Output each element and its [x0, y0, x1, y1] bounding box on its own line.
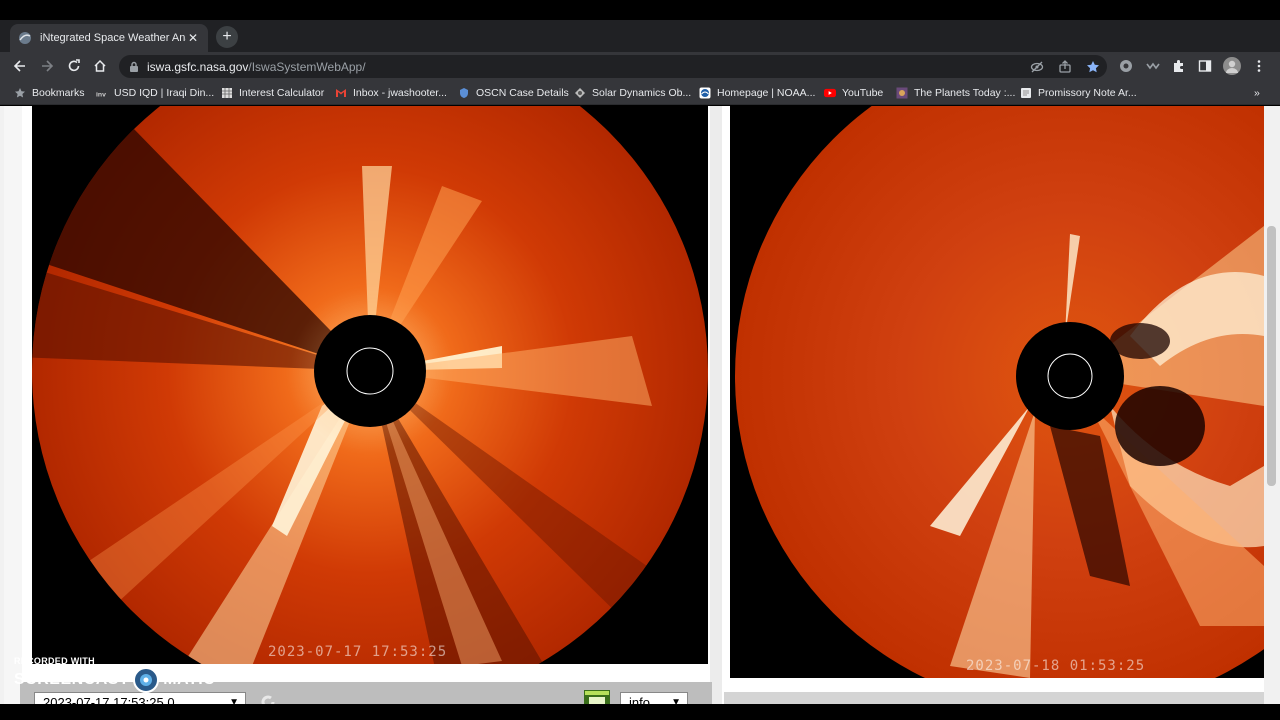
browser-tab[interactable]: iNtegrated Space Weather Analy ✕	[10, 24, 208, 52]
currency-icon: inv	[96, 87, 108, 99]
bookmark-label: Inbox - jwashooter...	[353, 87, 447, 99]
sdo-icon	[574, 87, 586, 99]
calculator-icon	[221, 87, 233, 99]
bookmark-label: OSCN Case Details	[476, 87, 569, 99]
url-path: /IswaSystemWebApp/	[248, 60, 366, 74]
bookmark-item[interactable]: Promissory Note Ar...	[1020, 86, 1137, 100]
bookmark-label: USD IQD | Iraqi Din...	[114, 87, 215, 99]
star-icon	[14, 87, 26, 99]
bookmark-item[interactable]: OSCN Case Details	[458, 86, 569, 100]
reload-icon[interactable]	[64, 56, 84, 76]
tab-strip: iNtegrated Space Weather Analy ✕ +	[0, 20, 1280, 52]
watermark-screencast: SCREENCAST	[14, 671, 130, 688]
watermark-line1: RECORDED WITH	[14, 656, 95, 666]
timestamp-left: 2023-07-17 17:53:25	[268, 644, 448, 660]
coronagraph-image-left[interactable]: 2023-07-17 17:53:25	[32, 106, 708, 664]
date-select[interactable]: 2023-07-17 17:53:25.0 ▼	[34, 692, 246, 704]
bookmark-label: The Planets Today :...	[914, 87, 1016, 99]
corona-right-svg	[735, 106, 1264, 678]
bookmark-star-icon[interactable]	[1085, 59, 1101, 75]
occulting-disk-right	[1016, 322, 1124, 430]
bookmark-item[interactable]: Solar Dynamics Ob...	[574, 86, 691, 100]
close-tab-icon[interactable]: ✕	[186, 31, 200, 45]
corona-left-svg	[32, 106, 708, 664]
info-select[interactable]: info ▼	[620, 692, 688, 704]
home-icon[interactable]	[90, 56, 110, 76]
occulting-disk-left	[314, 315, 426, 427]
lock-icon[interactable]	[129, 60, 139, 78]
chevron-down-icon: ▼	[671, 697, 681, 704]
youtube-icon	[824, 87, 836, 99]
oscn-icon	[458, 87, 470, 99]
scrollbar-thumb[interactable]	[1267, 226, 1276, 486]
bookmark-label: Homepage | NOAA...	[717, 87, 816, 99]
back-icon[interactable]	[10, 56, 30, 76]
extensions-puzzle-icon[interactable]	[1171, 58, 1187, 74]
noaa-icon	[699, 87, 711, 99]
forward-icon[interactable]	[37, 56, 57, 76]
share-icon[interactable]	[1057, 59, 1073, 75]
gmail-icon	[335, 87, 347, 99]
extension-circle-icon[interactable]	[1118, 58, 1134, 74]
bookmarks-bar: Bookmarks inv USD IQD | Iraqi Din... Int…	[0, 81, 1280, 105]
screen-bottom-edge	[0, 704, 1280, 720]
address-bar[interactable]: iswa.gsfc.nasa.gov/IswaSystemWebApp/	[119, 55, 1107, 78]
new-tab-button[interactable]: +	[216, 26, 238, 48]
bookmark-item[interactable]: YouTube	[824, 86, 883, 100]
bookmark-item[interactable]: Homepage | NOAA...	[699, 86, 815, 100]
nasa-favicon-icon	[18, 31, 32, 45]
bookmark-item[interactable]: Inbox - jwashooter...	[335, 86, 447, 100]
screencast-watermark: RECORDED WITH SCREENCAST MATIC	[14, 656, 215, 693]
menu-kebab-icon[interactable]	[1251, 58, 1267, 74]
bookmark-label: Solar Dynamics Ob...	[592, 87, 692, 99]
bookmarks-overflow-button[interactable]: »	[1254, 86, 1260, 100]
document-icon	[1020, 87, 1032, 99]
bookmark-item[interactable]: inv USD IQD | Iraqi Din...	[96, 86, 214, 100]
bookmark-label: YouTube	[842, 87, 884, 99]
chevron-down-icon: ▼	[229, 697, 239, 704]
watermark-line2: SCREENCAST MATIC	[14, 667, 215, 693]
date-select-value: 2023-07-17 17:53:25.0	[43, 695, 175, 704]
right-control-bar	[724, 692, 1264, 704]
url-host: iswa.gsfc.nasa.gov	[147, 60, 249, 74]
screen: iNtegrated Space Weather Analy ✕ + iswa.…	[0, 0, 1280, 720]
browser-toolbar: iswa.gsfc.nasa.gov/IswaSystemWebApp/	[0, 52, 1280, 81]
extension-wave-icon[interactable]	[1145, 58, 1161, 74]
tab-title: iNtegrated Space Weather Analy	[40, 32, 186, 44]
bookmark-item[interactable]: Bookmarks	[14, 86, 85, 100]
film-strip-icon[interactable]	[584, 690, 610, 704]
svg-text:inv: inv	[96, 91, 106, 98]
watermark-matic: MATIC	[163, 671, 216, 688]
bookmark-label: Promissory Note Ar...	[1038, 87, 1137, 99]
iswa-page: 2023-07-17 17:53:25 2023-07-18 01:53:25 …	[0, 106, 1280, 704]
screencast-logo-icon	[133, 667, 160, 693]
refresh-icon[interactable]	[258, 692, 278, 704]
planets-icon	[896, 87, 908, 99]
left-gutter	[4, 106, 22, 704]
side-panel-icon[interactable]	[1197, 58, 1213, 74]
info-select-value: info	[629, 695, 650, 704]
panel-divider	[710, 106, 722, 704]
eye-off-icon[interactable]	[1029, 59, 1045, 75]
bookmark-item[interactable]: Interest Calculator	[221, 86, 324, 100]
url-text: iswa.gsfc.nasa.gov/IswaSystemWebApp/	[147, 60, 366, 74]
bookmark-label: Bookmarks	[32, 87, 85, 99]
bookmark-item[interactable]: The Planets Today :...	[896, 86, 1015, 100]
profile-avatar-icon[interactable]	[1223, 57, 1241, 75]
bookmark-label: Interest Calculator	[239, 87, 325, 99]
timestamp-right: 2023-07-18 01:53:25	[966, 658, 1146, 674]
coronagraph-image-right[interactable]: 2023-07-18 01:53:25	[730, 106, 1264, 678]
